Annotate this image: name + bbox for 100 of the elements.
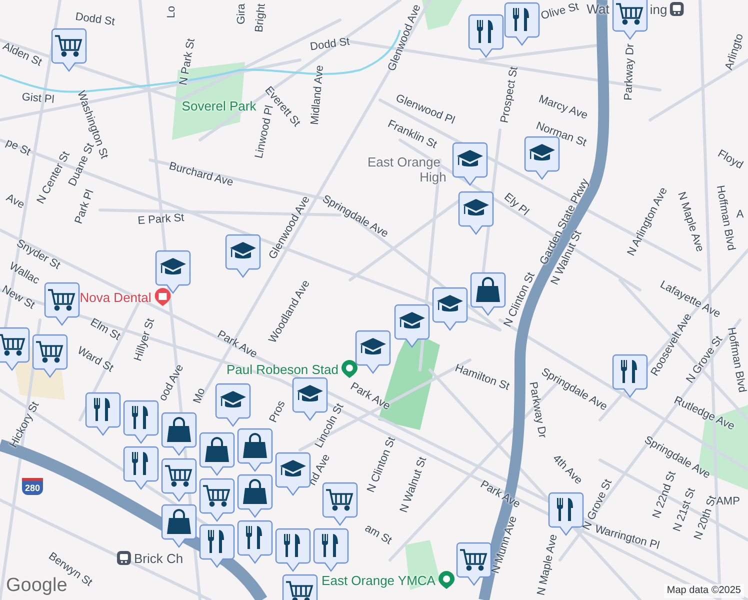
map-pin[interactable] <box>161 504 197 548</box>
map-pin[interactable] <box>161 458 197 502</box>
map-data-attribution: Map data ©2025 <box>664 584 744 598</box>
map-pin[interactable] <box>44 282 80 326</box>
map-pin[interactable] <box>313 528 349 572</box>
street-label: Ely Pl <box>502 192 530 218</box>
location-pin-icon <box>342 360 358 378</box>
place-label: ing <box>650 2 668 16</box>
shopping-bag-icon <box>167 509 191 534</box>
map-pin[interactable] <box>452 142 488 186</box>
graduation-cap-icon <box>360 338 386 354</box>
street-label: Gist Pl <box>21 92 55 106</box>
street-label: Parkway Dr <box>624 43 636 101</box>
shopping-cart-icon <box>55 35 82 57</box>
shopping-bag-icon <box>243 433 267 458</box>
place-label: Nova Dental <box>80 290 152 304</box>
street-label: Midland Ave <box>310 64 326 126</box>
street-label: New St <box>0 284 36 312</box>
fork-knife-icon <box>208 530 224 553</box>
map-pin[interactable] <box>199 432 235 476</box>
street-label: E Park St <box>137 212 185 228</box>
street-label: Park Ave <box>478 479 522 511</box>
shopping-cart-icon <box>616 3 644 25</box>
street-label: nd Ave <box>307 452 333 488</box>
shopping-cart-icon <box>0 334 26 356</box>
street-label: Ave <box>4 192 26 212</box>
street-label: Parkway Dr <box>526 381 548 439</box>
shopping-bag-icon <box>167 417 191 442</box>
fork-knife-icon <box>284 534 300 557</box>
shopping-cart-icon <box>326 489 354 511</box>
shopping-cart-icon <box>36 341 64 363</box>
interstate-shield: 280 <box>22 478 44 495</box>
map-pin[interactable] <box>155 250 191 294</box>
street-label: Elm St <box>88 317 122 343</box>
map-pin[interactable] <box>322 482 358 526</box>
map-pin[interactable] <box>275 452 311 496</box>
street-label: Arlingto <box>724 32 746 72</box>
map-pin[interactable] <box>548 492 584 536</box>
street-label: N Maple Ave <box>536 533 560 597</box>
fork-knife-icon <box>621 360 637 383</box>
fork-knife-icon <box>132 406 148 429</box>
map-pin[interactable] <box>468 14 504 58</box>
map-pin[interactable] <box>51 28 87 72</box>
map-pin[interactable] <box>612 354 648 398</box>
shopping-cart-icon <box>286 581 314 600</box>
map-pin[interactable] <box>199 478 235 522</box>
map-pin[interactable] <box>355 330 391 374</box>
street-label: Gira <box>236 4 248 24</box>
street-label: pe St <box>4 138 32 158</box>
graduation-cap-icon <box>437 295 463 312</box>
shopping-cart-icon <box>48 289 76 311</box>
graduation-cap-icon <box>220 391 246 408</box>
map-pin[interactable] <box>470 272 506 316</box>
map-pin[interactable] <box>458 191 494 235</box>
map-pin[interactable] <box>394 304 430 348</box>
map-pin[interactable] <box>237 474 273 518</box>
street-label: am St <box>362 523 394 547</box>
street-label: Hoffman Blvd <box>714 184 736 252</box>
street-label: Bright <box>254 3 268 33</box>
map-pin[interactable] <box>32 334 68 378</box>
map-pin[interactable] <box>432 287 468 331</box>
map-pin[interactable] <box>612 0 648 40</box>
street-label: N Clinton St <box>366 436 398 494</box>
shopping-bag-icon <box>205 437 229 462</box>
fork-knife-icon <box>557 498 573 521</box>
map-pin[interactable] <box>85 392 121 436</box>
google-logo: Google <box>6 576 68 595</box>
map-pin[interactable] <box>199 524 235 568</box>
fork-knife-icon <box>246 526 262 549</box>
map-pin[interactable] <box>0 327 30 371</box>
map-pin[interactable] <box>237 520 273 564</box>
street-label: N Walnut St <box>398 456 430 514</box>
street-label: ood Ave <box>158 362 186 404</box>
fork-knife-icon <box>513 8 529 31</box>
place-label: East Orange <box>368 156 440 168</box>
street-label: Park Ave <box>215 329 259 361</box>
map-pin[interactable] <box>123 446 159 490</box>
fork-knife-icon <box>132 452 148 475</box>
map-pin[interactable] <box>275 528 311 572</box>
shopping-cart-icon <box>203 485 230 507</box>
graduation-cap-icon <box>160 258 186 274</box>
graduation-cap-icon <box>463 199 489 216</box>
graduation-cap-icon <box>230 242 256 258</box>
map-pin[interactable] <box>237 428 273 472</box>
graduation-cap-icon <box>399 312 425 328</box>
street-label: Park Pl <box>74 188 96 226</box>
graduation-cap-icon <box>297 385 323 402</box>
map-pin[interactable] <box>225 234 261 278</box>
street-label: A <box>736 210 744 220</box>
map-pin[interactable] <box>161 412 197 456</box>
place-label: High <box>420 170 446 184</box>
street-label: N Park St <box>178 38 198 86</box>
map-pin[interactable] <box>456 542 492 586</box>
map-pin[interactable] <box>215 383 251 427</box>
street-label: Olive St <box>540 2 580 22</box>
map-pin[interactable] <box>504 2 540 46</box>
map-pin[interactable] <box>123 400 159 444</box>
street-label: Park Ave <box>348 381 392 413</box>
fork-knife-icon <box>477 20 493 43</box>
transit-icon <box>116 551 131 565</box>
